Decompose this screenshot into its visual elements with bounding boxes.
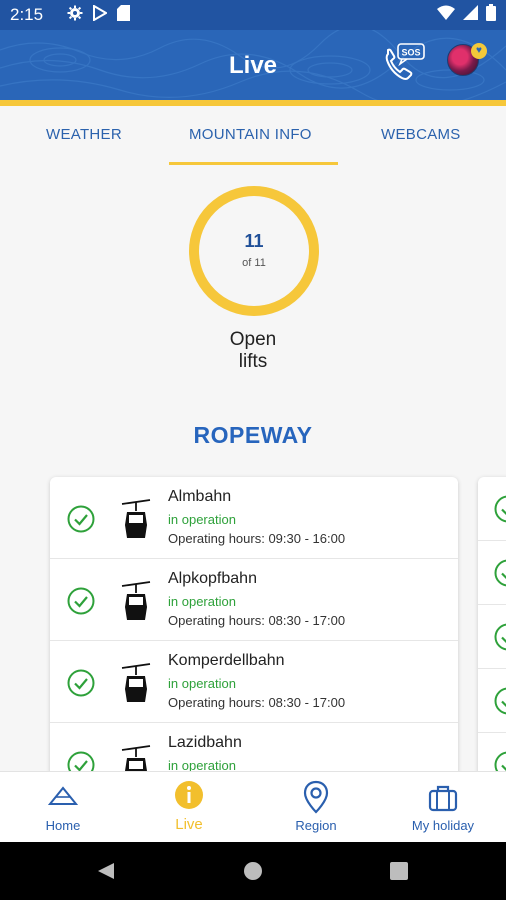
nav-live-label: Live [175,816,203,833]
info-icon [175,781,203,809]
tab-weather[interactable]: WEATHER [46,126,122,143]
list-item [478,477,506,541]
check-circle-icon [494,559,506,587]
section-title: ROPEWAY [193,422,313,448]
check-circle-icon [67,587,95,620]
lift-status: in operation [168,512,236,527]
suitcase-icon [428,785,458,812]
tab-bar: WEATHER MOUNTAIN INFO WEBCAMS [0,106,506,165]
open-lifts-ring: 11 of 11 [186,183,322,319]
tab-webcams[interactable]: WEBCAMS [381,126,461,143]
gondola-icon [120,581,152,626]
back-triangle-icon [98,863,114,879]
list-item [478,605,506,669]
status-right-group [437,4,496,26]
nav-home[interactable]: Home [0,772,126,843]
lift-list-card: Almbahn in operation Operating hours: 09… [50,477,458,777]
open-lifts-label-line2: lifts [238,351,268,372]
nav-region[interactable]: Region [253,772,379,843]
tab-mountain-info[interactable]: MOUNTAIN INFO [189,126,312,143]
lift-row[interactable]: Komperdellbahn in operation Operating ho… [50,641,458,723]
recents-button[interactable] [390,862,408,885]
check-circle-icon [494,495,506,523]
list-item [478,669,506,733]
bottom-navigation: Home Live Region My holiday [0,771,506,842]
lift-hours: Operating hours: 08:30 - 17:00 [168,613,346,628]
system-status-bar: 2:15 [0,0,506,30]
wifi-icon [437,5,455,25]
gondola-icon [120,663,152,708]
lift-name: Almbahn [168,488,232,505]
nav-live[interactable]: Live [126,772,252,843]
mountain-icon [48,786,78,805]
lift-row[interactable]: Alpkopfbahn in operation Operating hours… [50,559,458,641]
battery-icon [486,4,496,26]
lift-name: Komperdellbahn [168,652,285,669]
back-button[interactable] [96,861,116,886]
system-navigation-bar [0,842,506,900]
check-circle-icon [494,687,506,715]
lift-hours: Operating hours: 08:30 - 17:00 [168,695,346,710]
lift-status: in operation [168,594,236,609]
location-pin-icon [303,780,329,814]
app-header: Live SOS ♥ [0,30,506,100]
status-time: 2:15 [10,5,44,24]
page-title: Live [228,52,278,79]
lift-hours: Operating hours: 09:30 - 16:00 [168,531,346,546]
status-left-group: 2:15 [10,3,131,26]
play-store-icon [93,3,109,26]
check-circle-icon [67,669,95,702]
home-button[interactable] [243,861,263,886]
gondola-icon [120,499,152,544]
gear-icon [67,5,83,26]
next-lift-list-card[interactable] [478,477,506,777]
active-tab-indicator [169,162,338,165]
signal-icon [463,5,478,25]
lift-row[interactable]: Lazidbahn in operation [50,723,458,777]
sos-call-button[interactable]: SOS [382,42,428,82]
recents-square-icon [390,862,408,880]
open-lifts-count: 11 [244,231,264,251]
lift-status: in operation [168,676,236,691]
nav-my-holiday[interactable]: My holiday [380,772,506,843]
sos-badge-text: SOS [401,48,420,58]
sd-card-icon [117,4,131,26]
check-circle-icon [67,505,95,538]
lift-row[interactable]: Almbahn in operation Operating hours: 09… [50,477,458,559]
lift-name: Lazidbahn [168,734,242,751]
total-lifts-text: of 11 [242,257,266,269]
check-circle-icon [494,623,506,651]
home-circle-icon [244,862,262,880]
favorite-heart-icon: ♥ [471,43,487,59]
lift-name: Alpkopfbahn [168,570,257,587]
nav-home-label: Home [45,818,81,833]
nav-my-holiday-label: My holiday [411,818,475,833]
app-screen: 2:15 Live SOS ♥ WEATHER MOUNTAIN INFO WE… [0,0,506,900]
list-item [478,541,506,605]
open-lifts-label-line1: Open [229,329,277,350]
nav-region-label: Region [295,818,337,833]
